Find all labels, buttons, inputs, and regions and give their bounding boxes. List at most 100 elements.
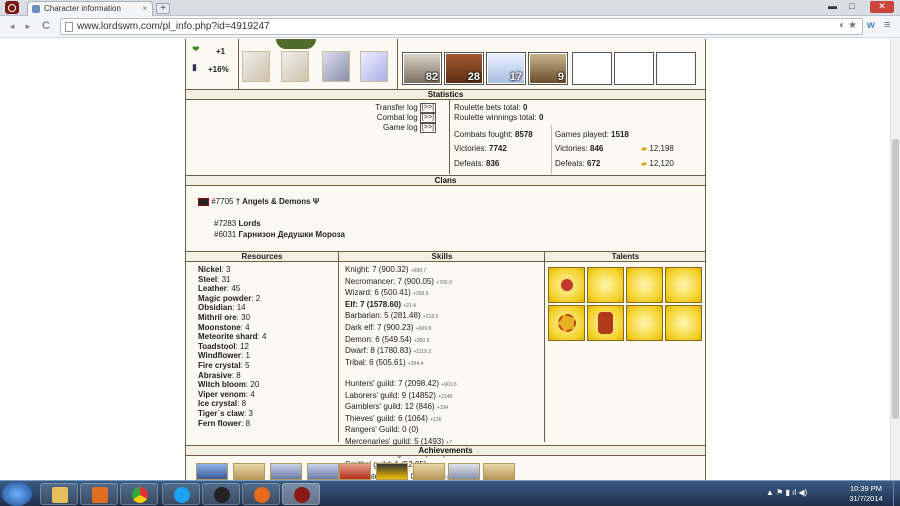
minimize-button[interactable]: ▬ — [828, 1, 837, 11]
address-bar[interactable]: www.lordswm.com/pl_info.php?id=4919247 ◐… — [60, 18, 863, 35]
army-count: 82 — [425, 71, 438, 83]
transfer-log-link[interactable]: [>>] — [419, 103, 436, 113]
browser-app-icon[interactable] — [5, 1, 19, 14]
divider — [338, 251, 339, 442]
talent-slot[interactable] — [548, 267, 585, 303]
clan-name[interactable]: Lords — [238, 219, 260, 228]
skill-text: Necromancer: 7 (900.05) — [345, 276, 434, 286]
army-slot-4[interactable]: 9 — [528, 52, 568, 85]
lordswm-taskbar-icon[interactable] — [282, 483, 320, 505]
game-log-link[interactable]: [>>] — [419, 123, 436, 133]
talent-slot[interactable] — [587, 305, 624, 341]
close-window-button[interactable]: ✕ — [870, 1, 894, 13]
army-slot-3[interactable]: 17 — [486, 52, 526, 85]
clan-row[interactable]: #6031 Гарнизон Дедушки Мороза — [214, 230, 345, 240]
achievement-badge-icon[interactable] — [233, 463, 265, 480]
resource-row: Witch bloom: 20 — [198, 380, 266, 390]
resource-value: 30 — [241, 312, 251, 322]
talent-slot-empty — [587, 267, 624, 303]
achievement-badge-icon[interactable] — [307, 463, 339, 480]
boots-slot-icon[interactable] — [281, 51, 309, 82]
shield-slot-icon[interactable] — [322, 51, 350, 82]
resource-value: 8 — [236, 370, 241, 380]
forward-button[interactable]: ► — [24, 22, 32, 31]
bookmark-star-icon[interactable]: ◐ ★ — [839, 20, 857, 31]
resource-row: Fern flower: 8 — [198, 419, 266, 429]
achievement-badge-icon[interactable] — [448, 463, 480, 480]
victories-row: Victories: 7742 — [454, 144, 507, 154]
resource-value: 5 — [245, 360, 250, 370]
skype-taskbar-icon[interactable] — [162, 483, 200, 505]
resource-value: 2 — [255, 293, 261, 303]
games-played-value: 1518 — [611, 130, 629, 139]
explorer-taskbar-icon[interactable] — [40, 483, 78, 505]
system-tray-icons[interactable]: ▲ ⚑ ▮ ıl ◀) — [766, 488, 807, 497]
combat-log-link[interactable]: [>>] — [419, 113, 436, 123]
resource-name: Meteorite shard — [198, 332, 258, 342]
qq-taskbar-icon[interactable] — [202, 483, 240, 505]
game-defeats-label: Defeats: — [555, 159, 585, 168]
achievement-badge-icon[interactable] — [376, 463, 408, 480]
media-player-taskbar-icon[interactable] — [80, 483, 118, 505]
back-button[interactable]: ◄ — [8, 22, 16, 31]
show-desktop-button[interactable] — [893, 481, 900, 506]
new-tab-button[interactable]: + — [156, 3, 170, 14]
army-slot-2[interactable]: 28 — [444, 52, 484, 85]
clock-date: 31/7/2014 — [849, 494, 883, 503]
army-count: 9 — [557, 71, 564, 83]
skill-extra: +218.5 — [422, 314, 439, 321]
weapon-slot-icon[interactable] — [242, 51, 270, 82]
windows-taskbar: ▲ ⚑ ▮ ıl ◀) 10:39 PM 31/7/2014 — [0, 480, 900, 506]
taskbar-clock[interactable]: 10:39 PM 31/7/2014 — [842, 484, 890, 504]
resource-row: Steel: 31 — [198, 275, 266, 285]
army-slot-1[interactable]: 82 — [402, 52, 442, 85]
pet-slot-icon[interactable] — [360, 51, 388, 82]
roulette-winnings-label: Roulette winnings total: — [454, 112, 537, 122]
bonus-value-2: +16% — [208, 65, 229, 74]
resource-value: 14 — [236, 303, 246, 313]
achievement-badge-icon[interactable] — [339, 463, 371, 480]
achievement-badge-icon[interactable] — [270, 463, 302, 480]
scrollbar-thumb[interactable] — [892, 139, 899, 419]
skill-text: Barbarian: 5 (281.48) — [345, 311, 421, 321]
talent-slot[interactable] — [548, 305, 585, 341]
roulette-stats: Roulette bets total: 0 Roulette winnings… — [454, 103, 543, 122]
chrome-menu-icon[interactable]: ≡ — [884, 19, 890, 31]
clan-name[interactable]: Гарнизон Дедушки Мороза — [238, 230, 344, 239]
resource-name: Viper venom — [198, 389, 246, 399]
resource-row: Toadstool: 12 — [198, 342, 266, 352]
achievement-badge-icon[interactable] — [483, 463, 515, 480]
talent-slot-empty — [626, 267, 663, 303]
skill-row: Demon: 6 (549.54) +350.5 — [345, 335, 463, 347]
gold-won-row: ▰ 12,198 — [641, 144, 674, 154]
extension-icon[interactable]: w — [867, 20, 875, 31]
gold-lost-row: ▰ 12,120 — [641, 159, 674, 169]
resource-row: Fire crystal: 5 — [198, 361, 266, 371]
clan-name[interactable]: † Angels & Demons Ψ — [236, 197, 320, 206]
achievement-badge-icon[interactable] — [196, 463, 228, 480]
skill-extra: +699.7 — [410, 268, 427, 274]
resource-value: 8 — [245, 418, 251, 428]
talent-slot-empty — [665, 305, 702, 341]
skill-extra: +700.0 — [436, 279, 452, 286]
skill-extra: +154 — [436, 405, 449, 412]
tab-character-information[interactable]: Character information × — [27, 1, 153, 16]
maximize-button[interactable]: □ — [849, 1, 854, 11]
clan-row[interactable]: #7705 † Angels & Demons Ψ — [198, 197, 319, 207]
vertical-scrollbar[interactable] — [890, 39, 900, 480]
game-log-row: Game log [>>] — [336, 123, 436, 133]
game-victories-row: Victories: 846 — [555, 144, 603, 154]
chrome-taskbar-icon[interactable] — [120, 483, 158, 505]
reload-button[interactable]: C — [42, 20, 50, 32]
divider — [551, 125, 552, 174]
tab-title: Character information — [44, 4, 121, 13]
skill-row: Barbarian: 5 (281.48) +218.5 — [345, 311, 463, 323]
resource-row: Meteorite shard: 4 — [198, 332, 266, 342]
skill-extra: +399.6 — [413, 291, 429, 298]
firefox-taskbar-icon[interactable] — [242, 483, 280, 505]
start-button-icon[interactable] — [2, 482, 32, 506]
resource-value: 4 — [245, 322, 250, 332]
tab-close-icon[interactable]: × — [142, 4, 147, 13]
clan-row[interactable]: #7283 Lords — [214, 219, 261, 229]
achievement-badge-icon[interactable] — [413, 463, 445, 480]
